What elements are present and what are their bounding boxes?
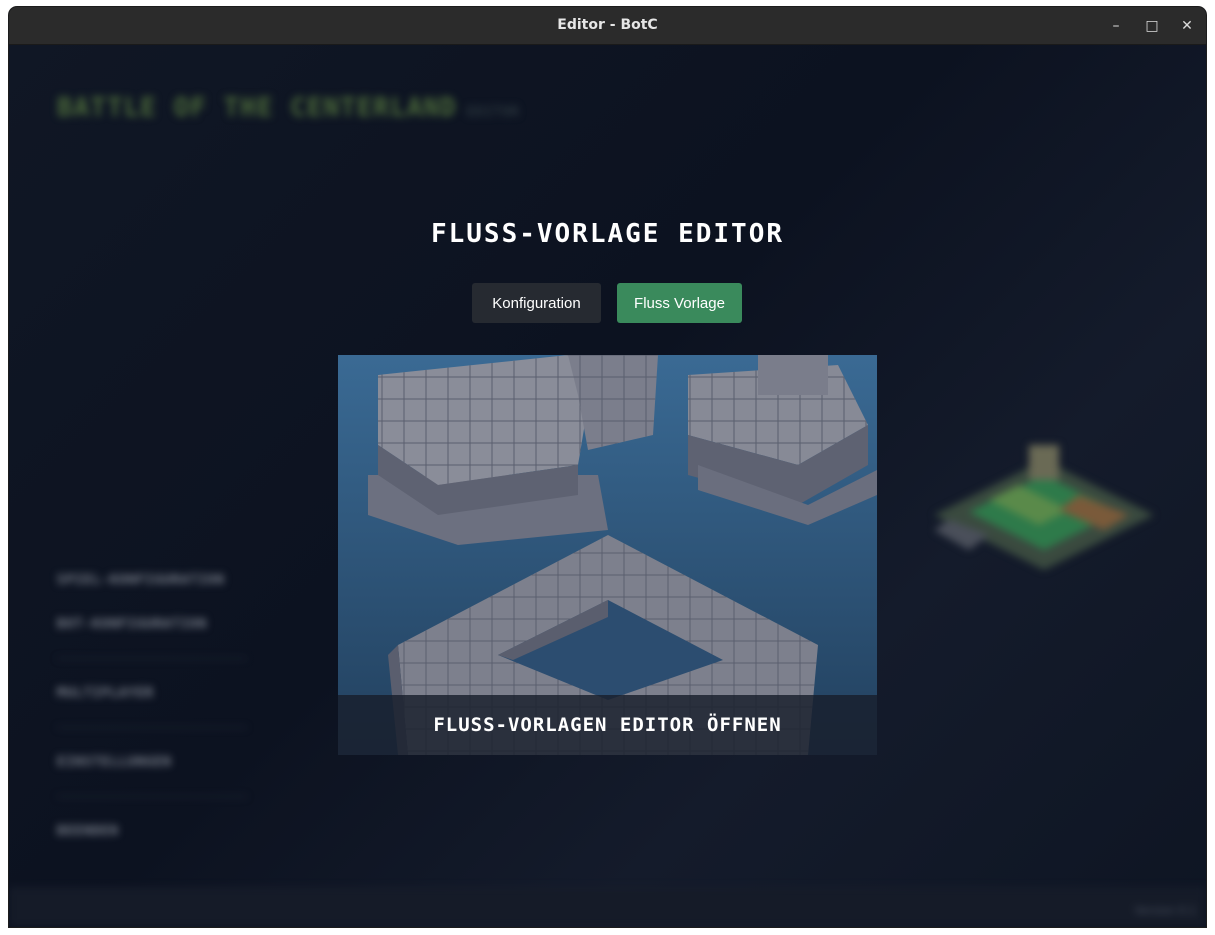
- version-label: Version 0.1: [1134, 904, 1196, 917]
- window-title: Editor - BotC: [557, 17, 658, 33]
- card-caption-bar: FLUSS-VORLAGEN EDITOR ÖFFNEN: [338, 695, 877, 755]
- tab-bar: Konfiguration Fluss Vorlage: [472, 283, 742, 323]
- map-preview-image: [934, 445, 1154, 570]
- maximize-icon[interactable]: □: [1142, 16, 1162, 36]
- tab-fluss-vorlage[interactable]: Fluss Vorlage: [617, 283, 742, 323]
- app-window: Editor - BotC – □ ✕ BATTLE OF THE CENTER…: [9, 7, 1206, 927]
- menu-item-bot-config: BOT-KONFIGURATION: [57, 617, 208, 632]
- open-river-template-editor-card[interactable]: FLUSS-VORLAGEN EDITOR ÖFFNEN: [338, 355, 877, 755]
- content-area: BATTLE OF THE CENTERLAND EDITOR SPIEL-KON…: [9, 45, 1206, 927]
- menu-item-quit: BEENDEN: [57, 824, 119, 839]
- menu-item-game-config: SPIEL-KONFIGURATION: [57, 573, 225, 588]
- page-title: FLUSS-VORLAGE EDITOR: [430, 219, 785, 249]
- menu-item-settings: EINSTELLUNGEN: [57, 755, 172, 770]
- tab-konfiguration[interactable]: Konfiguration: [472, 283, 601, 323]
- menu-divider: [57, 796, 247, 797]
- title-bar[interactable]: Editor - BotC – □ ✕: [9, 7, 1206, 45]
- close-icon[interactable]: ✕: [1177, 16, 1197, 36]
- menu-divider: [57, 658, 247, 659]
- minimize-icon[interactable]: –: [1106, 16, 1126, 36]
- menu-item-multiplayer: MULTIPLAYER: [57, 686, 155, 701]
- menu-divider: [57, 727, 247, 728]
- footer-bar: Version 0.1: [9, 888, 1206, 927]
- app-logo: BATTLE OF THE CENTERLAND EDITOR: [57, 93, 520, 123]
- app-logo-subtitle: EDITOR: [466, 105, 520, 120]
- app-logo-text: BATTLE OF THE CENTERLAND: [57, 93, 457, 123]
- open-editor-label: FLUSS-VORLAGEN EDITOR ÖFFNEN: [433, 714, 782, 736]
